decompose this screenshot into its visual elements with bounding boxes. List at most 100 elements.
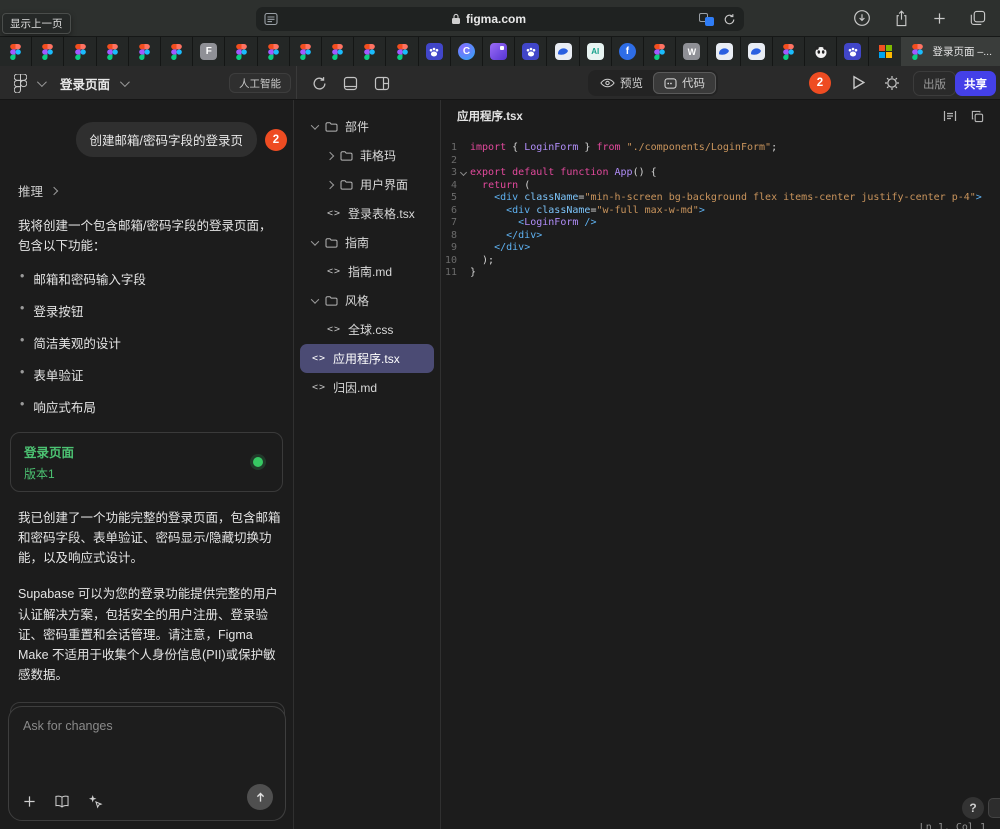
file-name[interactable]: 登录页面 — [60, 74, 110, 93]
tree-folder-菲格玛[interactable]: 菲格玛 — [300, 141, 434, 170]
browser-tab[interactable] — [322, 37, 354, 66]
translate-icon[interactable] — [699, 13, 714, 26]
main-menu-chevron-icon[interactable] — [37, 77, 47, 87]
reasoning-toggle[interactable]: 推理 — [18, 181, 283, 200]
browser-tab[interactable] — [386, 37, 418, 66]
browser-tab[interactable] — [805, 37, 837, 66]
copy-code-icon[interactable] — [971, 110, 984, 123]
chat-input[interactable] — [23, 719, 271, 779]
browser-tab[interactable]: C — [451, 37, 483, 66]
panda-favicon — [812, 43, 829, 60]
attach-plus-icon[interactable] — [23, 795, 36, 808]
tree-folder-部件[interactable]: 部件 — [300, 112, 434, 141]
notification-badge[interactable]: 2 — [809, 72, 831, 94]
settings-gear-icon[interactable] — [884, 75, 900, 91]
browser-tab[interactable]: f — [612, 37, 644, 66]
ai-badge: 人工智能 — [229, 73, 291, 93]
browser-tab[interactable]: AI — [580, 37, 612, 66]
browser-tab[interactable] — [644, 37, 676, 66]
new-tab-icon[interactable] — [932, 11, 947, 26]
code-line: 1import { LoginForm } from "./components… — [441, 142, 1000, 155]
tree-file-归因.md[interactable]: <>归因.md — [300, 373, 434, 402]
tree-folder-用户界面[interactable]: 用户界面 — [300, 170, 434, 199]
tree-item-label: 应用程序.tsx — [333, 350, 400, 367]
browser-tab[interactable] — [354, 37, 386, 66]
browser-tab[interactable] — [708, 37, 740, 66]
tree-file-指南.md[interactable]: <>指南.md — [300, 257, 434, 286]
tab-overview-icon[interactable] — [970, 10, 986, 26]
chevron-down-icon[interactable] — [311, 295, 319, 303]
active-tab[interactable]: 登录页面 –... — [901, 37, 1000, 66]
browser-tab[interactable] — [419, 37, 451, 66]
line-number: 9 — [441, 242, 457, 255]
help-button[interactable]: ? — [962, 797, 984, 819]
assistant-summary: 我已创建了一个功能完整的登录页面，包含邮箱和密码字段、表单验证、密码显示/隐藏切… — [18, 508, 281, 569]
url-display[interactable]: figma.com — [278, 12, 699, 26]
panel-bottom-icon[interactable] — [343, 76, 358, 91]
browser-tab[interactable] — [64, 37, 96, 66]
browser-tab[interactable] — [741, 37, 773, 66]
chat-input-box[interactable] — [8, 706, 286, 821]
address-bar[interactable]: figma.com — [256, 7, 744, 31]
code-lines[interactable]: 1import { LoginForm } from "./components… — [441, 142, 1000, 280]
supabase-note: Supabase 可以为您的登录功能提供完整的用户认证解决方案，包括安全的用户注… — [18, 584, 281, 685]
message-count-badge[interactable]: 2 — [265, 129, 287, 151]
play-icon[interactable] — [852, 75, 865, 90]
active-tab-title: 登录页面 –... — [932, 44, 992, 59]
tree-folder-指南[interactable]: 指南 — [300, 228, 434, 257]
figma-logo-icon[interactable] — [14, 74, 27, 93]
figma-favicon — [265, 43, 282, 60]
tree-file-应用程序.tsx[interactable]: <>应用程序.tsx — [300, 344, 434, 373]
browser-tab[interactable] — [547, 37, 579, 66]
current-version-dot-icon — [253, 457, 263, 467]
file-menu-chevron-icon[interactable] — [120, 77, 130, 87]
browser-tab[interactable] — [258, 37, 290, 66]
browser-tab[interactable] — [97, 37, 129, 66]
browser-tab[interactable]: W — [676, 37, 708, 66]
tree-file-登录表格.tsx[interactable]: <>登录表格.tsx — [300, 199, 434, 228]
reader-icon[interactable] — [264, 12, 278, 26]
view-toggle: 预览 代码 — [588, 70, 718, 96]
feature-item: 登录按钮 — [20, 301, 281, 320]
browser-tab[interactable] — [161, 37, 193, 66]
assistant-intro: 我将创建一个包含邮箱/密码字段的登录页面，包含以下功能： — [18, 216, 281, 257]
browser-tab[interactable] — [869, 37, 901, 66]
share-icon[interactable] — [894, 10, 909, 27]
tree-folder-风格[interactable]: 风格 — [300, 286, 434, 315]
browser-tab[interactable] — [515, 37, 547, 66]
chevron-down-icon[interactable] — [311, 121, 319, 129]
browser-tab[interactable] — [773, 37, 805, 66]
restart-icon[interactable] — [312, 76, 327, 91]
chevron-right-icon[interactable] — [326, 151, 334, 159]
ai-sparkle-cursor-icon[interactable] — [88, 794, 103, 809]
browser-tab[interactable] — [129, 37, 161, 66]
lock-icon — [451, 13, 461, 25]
tree-file-全球.css[interactable]: <>全球.css — [300, 315, 434, 344]
publish-button[interactable]: 出版 — [913, 71, 956, 96]
send-button[interactable] — [247, 784, 273, 810]
share-button[interactable]: 共享 — [955, 71, 996, 96]
edge-flyout-partial[interactable] — [988, 798, 1000, 818]
code-line: 2 — [441, 155, 1000, 168]
tab-code[interactable]: 代码 — [653, 72, 716, 94]
browser-tab[interactable] — [225, 37, 257, 66]
downloads-icon[interactable] — [853, 9, 871, 27]
browser-tab[interactable] — [483, 37, 515, 66]
browser-tab[interactable] — [290, 37, 322, 66]
chevron-right-icon[interactable] — [326, 180, 334, 188]
library-book-icon[interactable] — [54, 795, 70, 808]
tab-preview[interactable]: 预览 — [590, 72, 653, 94]
browser-tab[interactable] — [32, 37, 64, 66]
feature-item: 邮箱和密码输入字段 — [20, 269, 281, 288]
fold-chevron-icon — [457, 267, 470, 280]
browser-tab[interactable] — [837, 37, 869, 66]
browser-tab[interactable]: F — [193, 37, 225, 66]
figma-favicon — [233, 43, 250, 60]
version-card[interactable]: 登录页面 版本1 — [10, 432, 283, 492]
chevron-down-icon[interactable] — [311, 237, 319, 245]
panel-split-icon[interactable] — [374, 76, 390, 91]
browser-tab[interactable] — [0, 37, 32, 66]
ai-favicon: AI — [587, 43, 604, 60]
format-code-icon[interactable] — [943, 110, 957, 122]
reload-icon[interactable] — [723, 13, 736, 26]
